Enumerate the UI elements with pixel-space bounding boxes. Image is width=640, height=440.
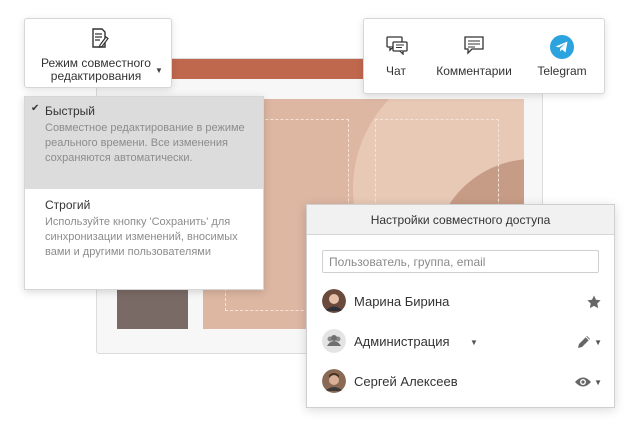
avatar — [322, 289, 346, 313]
user-search-input[interactable] — [322, 250, 599, 273]
sharing-panel-title: Настройки совместного доступа — [307, 205, 614, 235]
star-icon — [587, 295, 601, 309]
co-editing-mode-menu: ✔ Быстрый Совместное редактирование в ре… — [24, 96, 264, 290]
menu-item-title: Быстрый — [45, 104, 95, 118]
menu-item-description: Совместное редактирование в режиме реаль… — [45, 122, 245, 164]
user-name: Марина Бирина — [354, 294, 450, 309]
chat-label: Чат — [386, 64, 406, 78]
sharing-entry: Сергей Алексеев ▼ — [322, 369, 602, 395]
permission-control[interactable] — [586, 293, 602, 311]
telegram-icon — [550, 35, 574, 59]
chevron-down-icon: ▼ — [594, 377, 602, 387]
user-name: Сергей Алексеев — [354, 374, 458, 389]
telegram-label: Telegram — [537, 64, 587, 78]
collaboration-toolbar: Чат Комментарии Telegram — [363, 18, 605, 94]
document-edit-icon — [92, 28, 109, 49]
menu-item-title: Строгий — [45, 198, 91, 212]
chevron-down-icon: ▼ — [155, 66, 163, 75]
sharing-settings-panel: Настройки совместного доступа Марина Бир… — [306, 204, 615, 408]
eye-icon — [575, 377, 592, 387]
group-name: Администрация — [354, 334, 450, 349]
group-expand-icon[interactable]: ▼ — [470, 338, 478, 347]
menu-item-description: Используйте кнопку 'Сохранить' для синхр… — [45, 216, 238, 258]
menu-item-strict-mode[interactable]: Строгий Используйте кнопку 'Сохранить' д… — [25, 191, 263, 289]
sharing-entry: Марина Бирина — [322, 289, 602, 315]
comments-label: Комментарии — [436, 64, 512, 78]
permission-control[interactable]: ▼ — [576, 333, 602, 351]
chat-button[interactable]: Чат — [366, 19, 426, 93]
avatar — [322, 369, 346, 393]
co-editing-mode-button[interactable]: Режим совместного редактирования ▼ — [24, 18, 172, 88]
chevron-down-icon: ▼ — [594, 337, 602, 347]
comments-button[interactable]: Комментарии — [432, 19, 516, 93]
telegram-button[interactable]: Telegram — [524, 19, 600, 93]
chat-icon — [386, 36, 408, 55]
permission-control[interactable]: ▼ — [574, 373, 602, 391]
menu-item-fast-mode[interactable]: ✔ Быстрый Совместное редактирование в ре… — [25, 97, 263, 189]
pencil-icon — [578, 336, 591, 348]
group-avatar — [322, 329, 346, 353]
checkmark-icon: ✔ — [31, 103, 40, 114]
sharing-entry: Администрация ▼ ▼ — [322, 329, 602, 355]
comment-icon — [464, 36, 484, 55]
co-editing-mode-label: Режим совместного редактирования — [41, 56, 151, 83]
